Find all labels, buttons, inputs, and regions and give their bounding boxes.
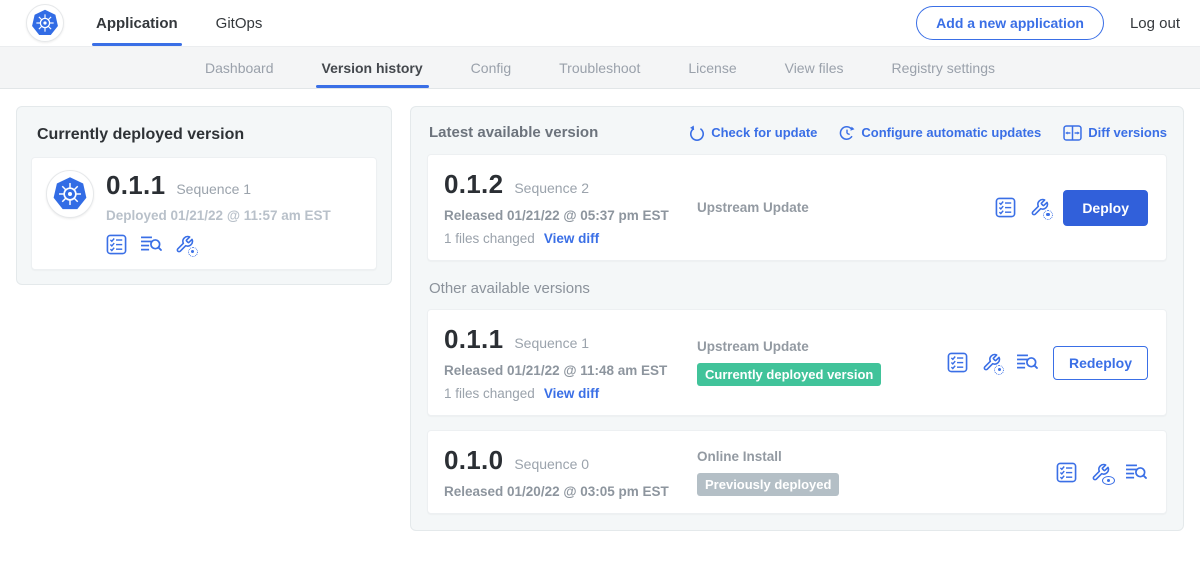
gear-icon xyxy=(994,364,1005,375)
configure-automatic-updates-action[interactable]: Configure automatic updates xyxy=(839,125,1041,141)
source-label: Upstream Update xyxy=(697,200,809,215)
previously-deployed-badge: Previously deployed xyxy=(697,473,839,496)
tab-config[interactable]: Config xyxy=(471,47,511,88)
latest-available-title: Latest available version xyxy=(429,124,598,141)
version-row: 0.1.0 Sequence 0 Released 01/20/22 @ 03:… xyxy=(427,430,1167,514)
released-timestamp: Released 01/20/22 @ 03:05 pm EST xyxy=(444,484,697,499)
view-diff-link[interactable]: View diff xyxy=(544,386,599,401)
deployed-panel-title: Currently deployed version xyxy=(37,126,377,144)
version-number: 0.1.2 xyxy=(444,169,503,200)
edit-config-icon[interactable] xyxy=(982,353,1001,372)
preflight-checklist-icon[interactable] xyxy=(106,234,127,255)
edit-config-icon[interactable] xyxy=(175,235,194,254)
preflight-checklist-icon[interactable] xyxy=(995,197,1016,218)
preflight-checklist-icon[interactable] xyxy=(1056,462,1077,483)
tab-troubleshoot[interactable]: Troubleshoot xyxy=(559,47,640,88)
currently-deployed-badge: Currently deployed version xyxy=(697,363,881,386)
diff-versions-action[interactable]: Diff versions xyxy=(1063,125,1167,141)
logout-button[interactable]: Log out xyxy=(1130,15,1180,32)
release-notes-icon[interactable] xyxy=(1015,353,1039,372)
currently-deployed-panel: Currently deployed version 0.1 xyxy=(16,106,392,285)
version-history-panel: Latest available version Check for updat… xyxy=(410,106,1184,531)
source-label: Upstream Update xyxy=(697,339,809,354)
schedule-update-icon xyxy=(839,125,855,141)
eye-icon xyxy=(1102,476,1115,485)
redeploy-button[interactable]: Redeploy xyxy=(1053,346,1148,380)
tab-dashboard[interactable]: Dashboard xyxy=(205,47,274,88)
version-number: 0.1.0 xyxy=(444,445,503,476)
tab-application[interactable]: Application xyxy=(96,0,178,46)
app-subnav: Dashboard Version history Config Trouble… xyxy=(0,47,1200,89)
app-tabs: Application GitOps xyxy=(96,0,262,46)
other-available-title: Other available versions xyxy=(429,280,1167,297)
diff-icon xyxy=(1063,125,1082,141)
deployed-version-card: 0.1.1 Sequence 1 Deployed 01/21/22 @ 11:… xyxy=(31,157,377,270)
source-label: Online Install xyxy=(697,449,782,464)
gear-icon xyxy=(187,246,198,257)
view-diff-link[interactable]: View diff xyxy=(544,231,599,246)
view-config-icon[interactable] xyxy=(1091,463,1110,482)
sequence-label: Sequence 1 xyxy=(514,335,589,351)
deployed-sequence-label: Sequence 1 xyxy=(176,181,251,197)
edit-config-icon[interactable] xyxy=(1030,198,1049,217)
released-timestamp: Released 01/21/22 @ 05:37 pm EST xyxy=(444,208,697,223)
kubernetes-logo-icon xyxy=(26,4,64,42)
gear-icon xyxy=(1042,209,1053,220)
sequence-label: Sequence 2 xyxy=(514,180,589,196)
tab-registry-settings[interactable]: Registry settings xyxy=(892,47,995,88)
version-row: 0.1.1 Sequence 1 Released 01/21/22 @ 11:… xyxy=(427,309,1167,416)
release-notes-icon[interactable] xyxy=(1124,463,1148,482)
deployed-timestamp: Deployed 01/21/22 @ 11:57 am EST xyxy=(106,208,331,223)
version-number: 0.1.1 xyxy=(444,324,503,355)
preflight-checklist-icon[interactable] xyxy=(947,352,968,373)
files-changed-label: 1 files changed xyxy=(444,231,535,246)
deployed-version-number: 0.1.1 xyxy=(106,170,165,201)
tab-view-files[interactable]: View files xyxy=(785,47,844,88)
files-changed-label: 1 files changed xyxy=(444,386,535,401)
tab-gitops[interactable]: GitOps xyxy=(216,0,263,46)
tab-license[interactable]: License xyxy=(688,47,736,88)
check-for-update-action[interactable]: Check for update xyxy=(689,125,817,141)
deploy-button[interactable]: Deploy xyxy=(1063,190,1148,226)
tab-version-history[interactable]: Version history xyxy=(322,47,423,88)
sequence-label: Sequence 0 xyxy=(514,456,589,472)
release-notes-icon[interactable] xyxy=(139,235,163,254)
released-timestamp: Released 01/21/22 @ 11:48 am EST xyxy=(444,363,697,378)
main-content: Currently deployed version 0.1 xyxy=(0,89,1200,531)
topbar-right: Add a new application Log out xyxy=(916,0,1180,46)
refresh-icon xyxy=(689,125,705,141)
top-bar: Application GitOps Add a new application… xyxy=(0,0,1200,47)
add-new-application-button[interactable]: Add a new application xyxy=(916,6,1104,40)
version-row: 0.1.2 Sequence 2 Released 01/21/22 @ 05:… xyxy=(427,154,1167,261)
app-kubernetes-logo-icon xyxy=(46,170,94,218)
